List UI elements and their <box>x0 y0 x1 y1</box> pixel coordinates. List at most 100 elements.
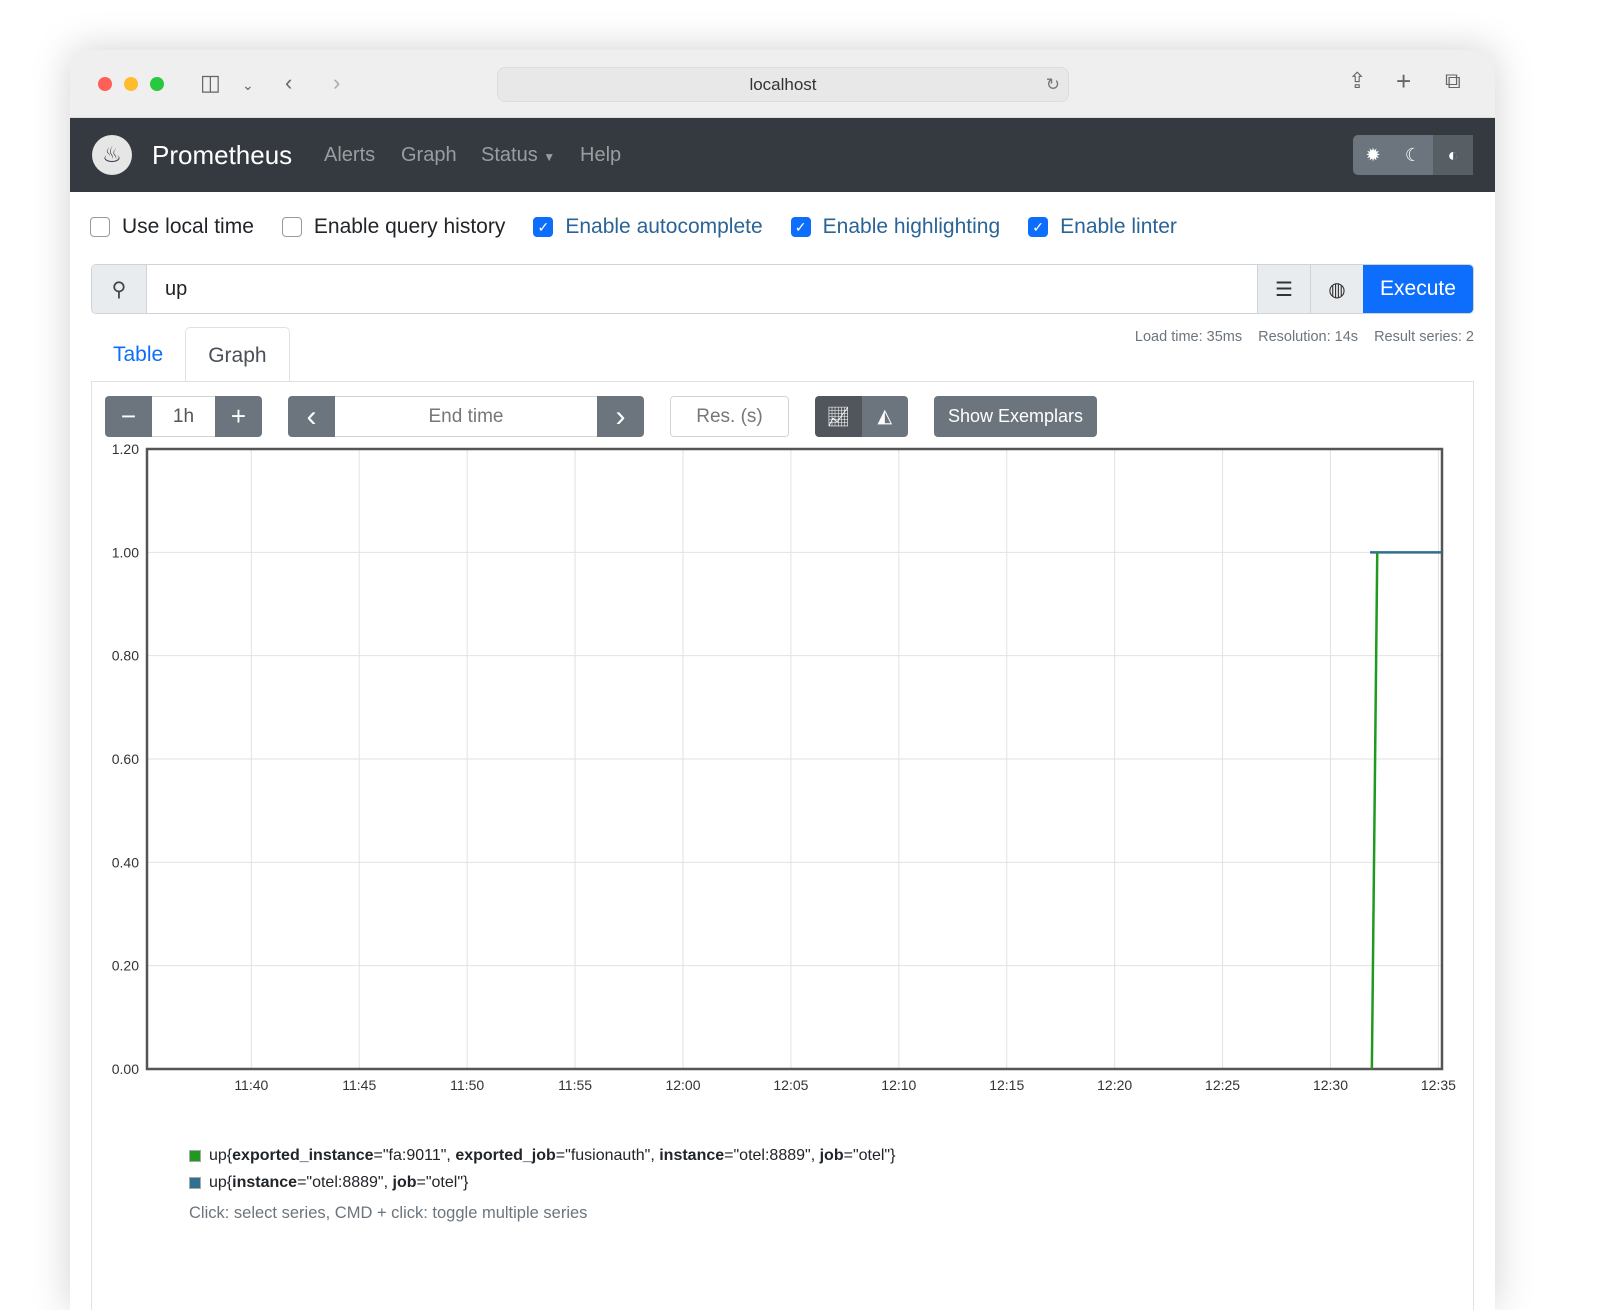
checkbox-checked[interactable]: ✓ <box>790 217 811 237</box>
option-enable-query-history[interactable]: Enable query history <box>281 215 506 239</box>
legend-item[interactable]: up{exported_instance="fa:9011", exported… <box>189 1142 895 1169</box>
end-time-input[interactable]: End time <box>335 396 597 437</box>
search-icon: ⚲ <box>92 265 147 313</box>
checkbox[interactable] <box>90 217 110 237</box>
metrics-explorer-icon[interactable]: ◍ <box>1310 265 1363 313</box>
nav-help[interactable]: Help <box>580 144 621 167</box>
stacked-chart-icon[interactable]: ◭ <box>861 396 908 437</box>
query-input[interactable] <box>147 265 1257 313</box>
option-enable-autocomplete[interactable]: ✓ Enable autocomplete <box>533 215 763 239</box>
chevron-down-icon[interactable]: ⌄ <box>242 74 254 96</box>
nav-status[interactable]: Status ▼ <box>481 144 555 167</box>
resolution-input[interactable]: Res. (s) <box>670 396 789 437</box>
prev-time-button[interactable]: ‹ <box>288 396 335 437</box>
browser-window: ◫ ⌄ ‹ › localhost ↻ ⇪ + ⧉ ♨ Prometheus Al… <box>70 50 1495 1310</box>
load-time: Load time: 35ms <box>1134 329 1243 345</box>
back-icon[interactable]: ‹ <box>285 72 292 94</box>
x-tick-label: 12:05 <box>773 1077 808 1093</box>
x-tick-label: 12:15 <box>989 1077 1024 1093</box>
x-tick-label: 11:55 <box>558 1077 592 1093</box>
x-tick-label: 12:30 <box>1313 1077 1348 1093</box>
nav-alerts[interactable]: Alerts <box>324 144 375 167</box>
option-label: Enable autocomplete <box>565 215 763 238</box>
checkbox-checked[interactable]: ✓ <box>1028 217 1049 237</box>
x-tick-label: 11:40 <box>234 1077 268 1093</box>
minimize-window-button[interactable] <box>124 77 138 91</box>
checkbox[interactable] <box>281 217 302 237</box>
x-tick-label: 12:35 <box>1421 1077 1456 1093</box>
maximize-window-button[interactable] <box>150 77 164 91</box>
query-bar: ⚲ ☰ ◍ Execute <box>91 264 1474 314</box>
execute-button[interactable]: Execute <box>1363 265 1473 313</box>
graph-panel: − 1h + ‹ End time › Res. (s) 📈︎ ◭ Show E… <box>91 381 1474 1310</box>
legend-swatch <box>189 1149 201 1162</box>
url-text: localhost <box>749 75 817 94</box>
caret-down-icon: ▼ <box>543 150 556 164</box>
resolution-placeholder: Res. (s) <box>671 397 788 436</box>
x-tick-label: 11:45 <box>342 1077 376 1093</box>
query-stats: Load time: 35ms Resolution: 14s Result s… <box>1135 329 1474 345</box>
x-tick-label: 12:20 <box>1097 1077 1132 1093</box>
show-exemplars-button[interactable]: Show Exemplars <box>934 396 1097 437</box>
range-input[interactable]: 1h <box>152 396 215 437</box>
light-theme-icon[interactable]: ✹ <box>1353 135 1393 175</box>
y-tick-label: 1.00 <box>112 544 139 560</box>
chart-type-toggle: 📈︎ ◭ <box>815 396 908 437</box>
x-tick-label: 11:50 <box>450 1077 484 1093</box>
range-control: − 1h + <box>105 396 262 437</box>
option-label: Use local time <box>122 215 254 238</box>
graph-chart[interactable]: 0.00 0.20 0.40 0.60 0.80 1.00 1.20 11:40 11:45 11… <box>92 442 1475 1102</box>
checkbox-checked[interactable]: ✓ <box>533 217 554 237</box>
option-enable-linter[interactable]: ✓ Enable linter <box>1028 215 1177 239</box>
end-time-control: ‹ End time › <box>288 396 644 437</box>
tab-graph[interactable]: Graph <box>185 327 290 382</box>
sidebar-toggle-icon[interactable]: ◫ <box>200 72 221 94</box>
y-tick-label: 0.00 <box>112 1061 139 1077</box>
y-tick-label: 1.20 <box>112 442 139 457</box>
reload-icon[interactable]: ↻ <box>1046 68 1060 102</box>
legend-label: up{instance="otel:8889", job="otel"} <box>209 1173 469 1191</box>
next-time-button[interactable]: › <box>597 396 644 437</box>
legend-hint: Click: select series, CMD + click: toggl… <box>189 1204 588 1222</box>
share-icon[interactable]: ⇪ <box>1348 70 1366 92</box>
option-label: Enable highlighting <box>822 215 1001 238</box>
option-label: Enable query history <box>313 215 506 238</box>
brand[interactable]: Prometheus <box>152 140 292 171</box>
y-tick-label: 0.40 <box>112 854 139 870</box>
format-query-icon[interactable]: ☰ <box>1257 265 1310 313</box>
result-series: Result series: 2 <box>1374 329 1474 345</box>
address-bar[interactable]: localhost ↻ <box>497 67 1069 102</box>
new-tab-icon[interactable]: + <box>1396 68 1411 94</box>
x-tick-label: 12:00 <box>665 1077 700 1093</box>
browser-titlebar: ◫ ⌄ ‹ › localhost ↻ ⇪ + ⧉ <box>70 50 1495 118</box>
nav-graph[interactable]: Graph <box>401 144 457 167</box>
legend-item[interactable]: up{instance="otel:8889", job="otel"} <box>189 1169 895 1196</box>
decrease-range-button[interactable]: − <box>105 396 152 437</box>
options-bar: Use local time Enable query history ✓ Ena… <box>90 215 1177 239</box>
x-tick-label: 12:25 <box>1205 1077 1240 1093</box>
option-use-local-time[interactable]: Use local time <box>90 215 254 239</box>
navbar: ♨ Prometheus Alerts Graph Status ▼ Help … <box>70 118 1495 192</box>
prometheus-logo-icon[interactable]: ♨ <box>92 135 132 175</box>
line-chart-icon[interactable]: 📈︎ <box>815 396 862 437</box>
tab-table[interactable]: Table <box>91 327 185 382</box>
increase-range-button[interactable]: + <box>215 396 262 437</box>
y-tick-label: 0.20 <box>112 958 139 974</box>
legend-label: up{exported_instance="fa:9011", exported… <box>209 1146 896 1164</box>
legend: up{exported_instance="fa:9011", exported… <box>189 1142 895 1223</box>
forward-icon[interactable]: › <box>333 72 340 94</box>
nav-status-label: Status <box>481 144 538 166</box>
tabs-overview-icon[interactable]: ⧉ <box>1445 70 1461 92</box>
theme-switcher: ✹ ☾ ◐ <box>1353 135 1473 175</box>
auto-theme-icon[interactable]: ◐ <box>1433 135 1473 175</box>
y-tick-label: 0.60 <box>112 751 139 767</box>
option-label: Enable linter <box>1060 215 1177 238</box>
resolution: Resolution: 14s <box>1258 329 1359 345</box>
legend-swatch <box>189 1176 201 1189</box>
tabs: Table Graph <box>91 327 290 382</box>
y-tick-label: 0.80 <box>112 648 139 664</box>
dark-theme-icon[interactable]: ☾ <box>1393 135 1433 175</box>
option-enable-highlighting[interactable]: ✓ Enable highlighting <box>790 215 1001 239</box>
close-window-button[interactable] <box>98 77 112 91</box>
x-tick-label: 12:10 <box>881 1077 916 1093</box>
